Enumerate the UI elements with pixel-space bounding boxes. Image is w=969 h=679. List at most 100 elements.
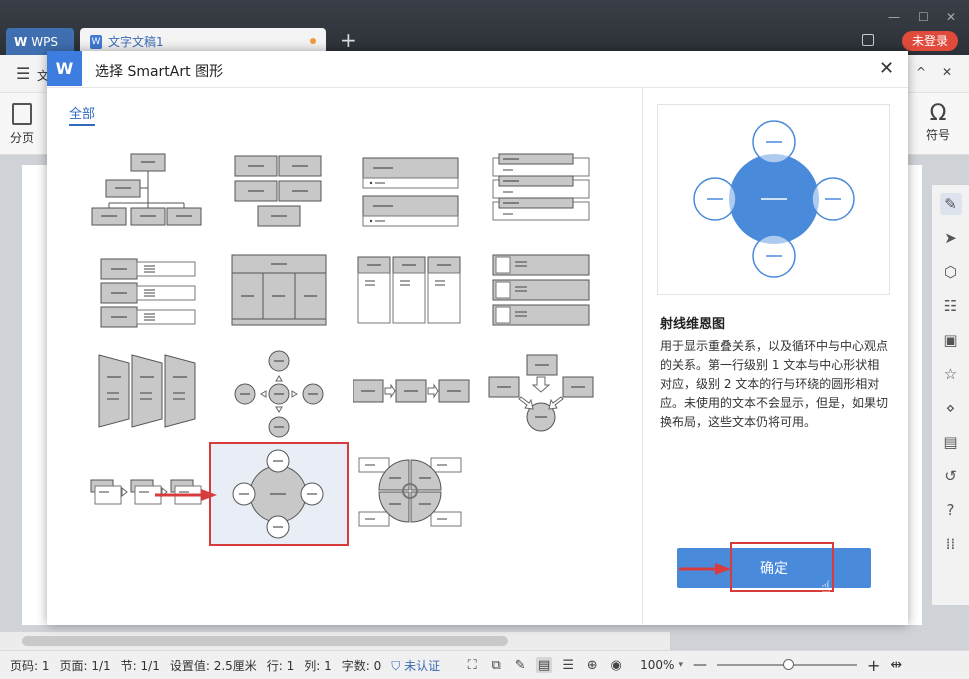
right-sidebar: ✎ ➤ ⬡ ☷ ▣ ☆ ⋄ ▤ ↺ ? ⁞⁞ xyxy=(932,185,969,605)
close-window-icon[interactable]: ✕ xyxy=(946,10,956,24)
layout-list-columns[interactable] xyxy=(353,247,473,341)
layout-list-side-bullets[interactable] xyxy=(89,247,209,341)
new-tab-button[interactable]: + xyxy=(340,28,357,52)
horizontal-scrollbar[interactable] xyxy=(0,632,670,650)
image-icon[interactable]: ▣ xyxy=(940,329,962,351)
wps-logo-icon: W xyxy=(14,34,28,49)
layout-radial-venn-selected[interactable] xyxy=(209,442,349,546)
minimize-icon[interactable]: — xyxy=(888,10,900,24)
zoom-level[interactable]: 100% xyxy=(640,658,674,672)
dialog-header: W 选择 SmartArt 图形 ✕ xyxy=(47,51,908,88)
layout-list-stacked-graphic xyxy=(492,153,590,221)
page-break-label: 分页 xyxy=(10,131,35,145)
category-tab-all[interactable]: 全部 xyxy=(69,103,96,126)
layout-list-side-bullets-graphic xyxy=(100,258,196,328)
menu-hamburger-icon[interactable]: ☰ xyxy=(16,64,30,83)
eye-protect-icon[interactable]: ◉ xyxy=(608,657,624,673)
status-pages: 页面: 1/1 xyxy=(59,658,111,673)
layout-cycle-radial-arrows-graphic xyxy=(234,350,324,438)
layout-process-basic-graphic xyxy=(352,379,470,403)
zoom-out-icon[interactable]: — xyxy=(693,657,707,673)
smartart-dialog: W 选择 SmartArt 图形 ✕ 全部 射线维恩图 用于显示重叠关系，以及循… xyxy=(47,51,908,625)
title-bar: W WPS W 文字文稿1 + — ☐ ✕ 未登录 xyxy=(0,0,969,55)
close-doc-icon[interactable]: ✕ xyxy=(942,65,952,79)
preview-image xyxy=(657,104,890,295)
omega-icon: Ω xyxy=(929,101,947,126)
wps-dialog-logo-icon: W xyxy=(47,51,82,86)
tab-wps-label: WPS xyxy=(31,34,58,49)
layout-process-converge-graphic xyxy=(488,354,594,432)
layout-list-bullets[interactable] xyxy=(353,148,473,242)
document-icon: W xyxy=(90,34,102,49)
status-col: 列: 1 xyxy=(304,658,332,673)
window-layout-icon[interactable] xyxy=(862,34,874,46)
dialog-title: 选择 SmartArt 图形 xyxy=(95,64,224,80)
status-bar: 页码: 1 页面: 1/1 节: 1/1 设置值: 2.5厘米 行: 1 列: … xyxy=(0,650,969,679)
layout-matrix-table-graphic xyxy=(231,254,327,326)
history-icon[interactable]: ↺ xyxy=(940,465,962,487)
zoom-slider-knob[interactable] xyxy=(783,659,794,670)
unsaved-dot-icon xyxy=(310,38,316,44)
tab-document-label: 文字文稿1 xyxy=(108,35,164,49)
status-row: 行: 1 xyxy=(266,658,295,673)
status-section: 节: 1/1 xyxy=(120,658,160,673)
fit-width-icon[interactable]: ⇹ xyxy=(890,657,902,673)
scrollbar-thumb[interactable] xyxy=(22,636,508,646)
layout-process-trapezoid-graphic xyxy=(98,354,196,428)
fullscreen-icon[interactable]: ⛶ xyxy=(464,657,480,673)
page-break-button[interactable]: 分页 xyxy=(10,103,34,146)
collapse-ribbon-icon[interactable]: ^ xyxy=(916,65,926,79)
layout-list-bullets-graphic xyxy=(362,157,459,227)
layout-process-converge[interactable] xyxy=(485,347,605,441)
archive-icon[interactable]: ▤ xyxy=(940,431,962,453)
web-view-icon[interactable]: ⊕ xyxy=(584,657,600,673)
panel-divider xyxy=(642,88,643,625)
radial-venn-preview-graphic xyxy=(693,120,855,278)
share-icon[interactable]: ⋄ xyxy=(940,397,962,419)
read-mode-icon[interactable]: ⧉ xyxy=(488,657,504,673)
outline-view-icon[interactable]: ☰ xyxy=(560,657,576,673)
layout-hierarchy-block[interactable] xyxy=(221,148,341,242)
layout-cycle-matrix-graphic xyxy=(358,457,462,527)
layout-list-columns-graphic xyxy=(357,256,461,324)
star-icon[interactable]: ☆ xyxy=(940,363,962,385)
shapes-icon[interactable]: ⬡ xyxy=(940,261,962,283)
status-words[interactable]: 字数: 0 xyxy=(342,657,382,674)
symbol-label: 符号 xyxy=(926,128,951,142)
settings-sliders-icon[interactable]: ☷ xyxy=(940,295,962,317)
cert-status[interactable]: ⛉ 未认证 xyxy=(391,657,440,674)
preview-layout-name: 射线维恩图 xyxy=(660,317,726,332)
shield-icon: ⛉ xyxy=(391,658,401,673)
layout-radial-venn-graphic xyxy=(232,449,324,539)
layout-matrix-table[interactable] xyxy=(221,247,341,341)
layout-hierarchy-org[interactable] xyxy=(89,148,209,242)
layout-cycle-matrix[interactable] xyxy=(353,444,473,538)
write-mode-icon[interactable]: ✎ xyxy=(512,657,528,673)
maximize-icon[interactable]: ☐ xyxy=(918,10,929,24)
preview-layout-description: 用于显示重叠关系，以及循环中与中心观点的关系。第一行级别 1 文本与中心形状相对… xyxy=(660,339,889,429)
hand-cursor-icon: ☝ xyxy=(821,577,831,596)
annotation-arrow-ok-icon xyxy=(679,563,731,575)
help-icon[interactable]: ? xyxy=(940,499,962,521)
layout-process-basic[interactable] xyxy=(352,347,473,441)
apps-grid-icon[interactable]: ⁞⁞ xyxy=(940,533,962,555)
cert-label: 未认证 xyxy=(404,658,441,673)
layout-process-trapezoid[interactable] xyxy=(89,347,209,441)
layout-list-picture-graphic xyxy=(492,254,590,326)
dialog-close-icon[interactable]: ✕ xyxy=(879,58,894,79)
zoom-slider[interactable] xyxy=(717,659,857,670)
edit-pen-icon[interactable]: ✎ xyxy=(939,193,962,215)
status-page: 页码: 1 xyxy=(10,658,50,673)
zoom-in-icon[interactable]: + xyxy=(867,656,880,675)
layout-cycle-radial-arrows[interactable] xyxy=(221,347,341,441)
annotation-arrow-layout-icon xyxy=(155,489,217,501)
layout-list-stacked[interactable] xyxy=(485,148,605,242)
page-break-icon xyxy=(12,103,32,125)
page-view-icon[interactable]: ▤ xyxy=(536,657,553,673)
layout-list-picture[interactable] xyxy=(485,247,605,341)
login-button[interactable]: 未登录 xyxy=(902,31,958,51)
zoom-dropdown-icon[interactable]: ▾ xyxy=(678,660,683,670)
status-setting[interactable]: 设置值: 2.5厘米 xyxy=(170,657,257,674)
symbol-button[interactable]: Ω 符号 xyxy=(926,101,950,143)
cursor-icon[interactable]: ➤ xyxy=(940,227,962,249)
